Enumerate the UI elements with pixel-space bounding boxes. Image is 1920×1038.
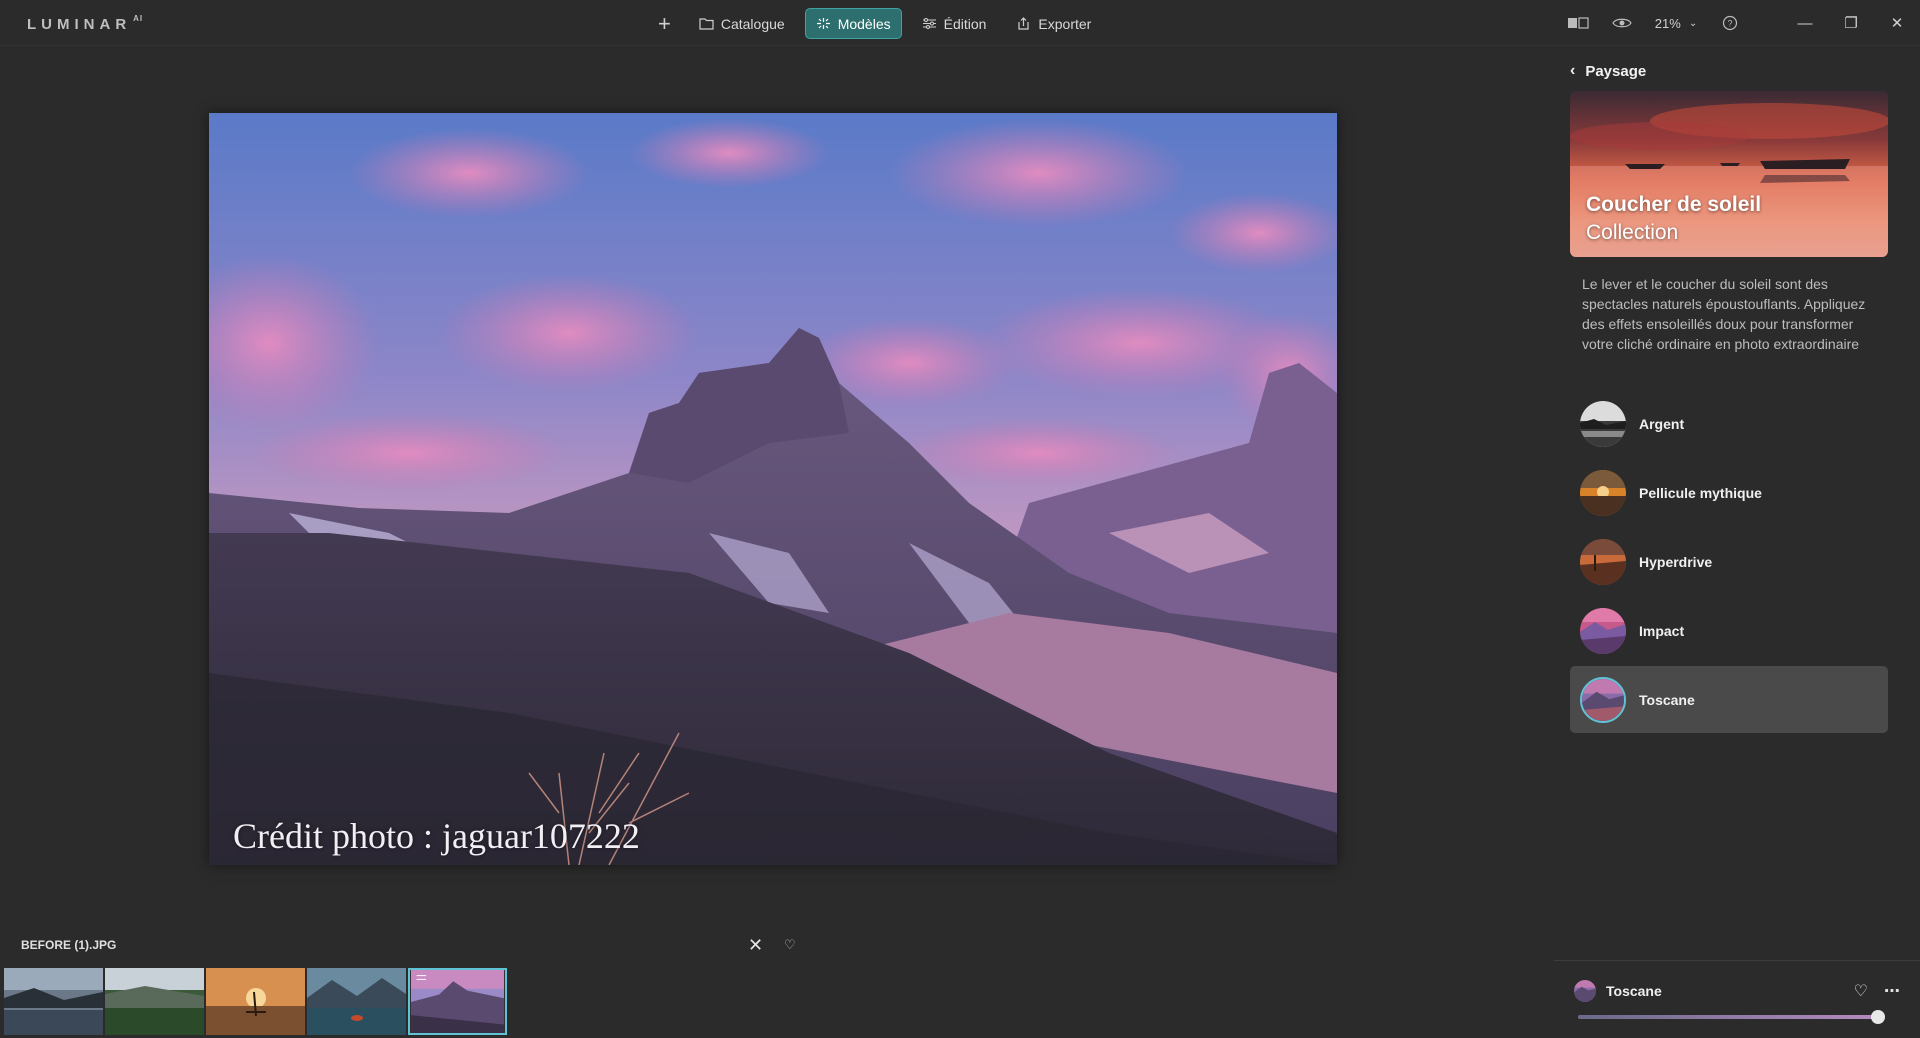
tab-modeles[interactable]: Modèles bbox=[804, 8, 902, 39]
tab-catalogue[interactable]: Catalogue bbox=[689, 8, 795, 39]
preset-item-impact[interactable]: Impact bbox=[1570, 597, 1888, 664]
tab-catalogue-label: Catalogue bbox=[720, 15, 785, 32]
filmstrip-header: BEFORE (1).JPG ✕ ♡ bbox=[0, 935, 820, 958]
collection-title: Coucher de soleil bbox=[1586, 193, 1762, 216]
zoom-value: 21% bbox=[1654, 15, 1681, 31]
preset-label: Hyperdrive bbox=[1639, 553, 1713, 570]
zoom-select[interactable]: 21% ⌄ bbox=[1644, 0, 1708, 46]
mountain-landscape-image bbox=[209, 113, 1337, 865]
compare-button[interactable] bbox=[1556, 0, 1600, 46]
collection-subtitle: Collection bbox=[1586, 221, 1679, 244]
more-options-icon[interactable]: ⋯ bbox=[1884, 981, 1900, 1001]
app-logo: LUMINAR AI bbox=[27, 14, 144, 33]
close-icon: ✕ bbox=[1890, 15, 1904, 32]
compare-icon bbox=[1568, 17, 1589, 29]
top-bar: LUMINAR AI + Catalogue Modèles Édition Ex… bbox=[0, 0, 1920, 46]
applied-preset-name: Toscane bbox=[1606, 983, 1662, 999]
filmstrip-thumbnail[interactable] bbox=[105, 968, 204, 1035]
minimize-icon: — bbox=[1797, 14, 1813, 32]
templates-panel: ‹ Paysage Coucher de soleil Collection L… bbox=[1554, 46, 1920, 1038]
preset-label: Argent bbox=[1639, 415, 1685, 432]
preset-list: Argent Pellicule mythique Hyperdrive Imp… bbox=[1570, 390, 1888, 735]
back-to-category-button[interactable]: ‹ Paysage bbox=[1570, 62, 1646, 80]
filmstrip bbox=[4, 968, 507, 1035]
preset-item-pellicule-mythique[interactable]: Pellicule mythique bbox=[1570, 459, 1888, 526]
tab-edition-label: Édition bbox=[943, 15, 987, 32]
window-tools: 21% ⌄ ? — ❐ ✕ bbox=[1556, 0, 1920, 46]
help-icon: ? bbox=[1722, 15, 1738, 31]
preset-thumbnail bbox=[1580, 400, 1626, 447]
filmstrip-thumbnail[interactable] bbox=[307, 968, 406, 1035]
restore-icon: ❐ bbox=[1844, 15, 1858, 32]
collection-description: Le lever et le coucher du soleil sont de… bbox=[1582, 276, 1866, 352]
preset-label: Toscane bbox=[1639, 691, 1695, 708]
preview-button[interactable] bbox=[1600, 0, 1644, 46]
collection-hero-banner: Coucher de soleil Collection bbox=[1570, 91, 1888, 257]
current-filename: BEFORE (1).JPG bbox=[21, 938, 117, 952]
preset-label: Impact bbox=[1639, 622, 1685, 639]
eye-icon bbox=[1612, 18, 1632, 28]
preset-amount-slider[interactable] bbox=[1578, 1010, 1885, 1024]
close-filmstrip-icon[interactable]: ✕ bbox=[748, 935, 763, 956]
tab-edition[interactable]: Édition bbox=[912, 8, 997, 39]
chevron-left-icon: ‹ bbox=[1570, 62, 1576, 79]
sparkle-icon bbox=[816, 18, 830, 29]
close-window-button[interactable]: ✕ bbox=[1874, 0, 1920, 46]
filmstrip-thumbnail-active[interactable] bbox=[408, 968, 507, 1035]
export-icon bbox=[1018, 17, 1030, 30]
preset-thumbnail bbox=[1580, 607, 1626, 654]
tab-exporter[interactable]: Exporter bbox=[1006, 8, 1101, 39]
preset-item-argent[interactable]: Argent bbox=[1570, 390, 1888, 457]
minimize-button[interactable]: — bbox=[1782, 0, 1828, 46]
tab-modeles-label: Modèles bbox=[837, 15, 891, 32]
photo-credit-watermark: Crédit photo : jaguar107222 bbox=[233, 816, 640, 856]
restore-button[interactable]: ❐ bbox=[1828, 0, 1874, 46]
preset-thumbnail bbox=[1580, 538, 1626, 585]
preset-thumbnail bbox=[1580, 676, 1626, 723]
slider-handle[interactable] bbox=[1871, 1010, 1885, 1024]
filmstrip-thumbnail[interactable] bbox=[206, 968, 305, 1035]
chevron-down-icon: ⌄ bbox=[1688, 17, 1698, 29]
app-window: LUMINAR AI + Catalogue Modèles Édition Ex… bbox=[0, 0, 1920, 1038]
add-photos-button[interactable]: + bbox=[650, 8, 679, 39]
preset-thumbnail bbox=[1580, 469, 1626, 516]
preset-label: Pellicule mythique bbox=[1639, 484, 1762, 501]
category-title: Paysage bbox=[1585, 62, 1647, 80]
applied-preset-thumbnail bbox=[1574, 980, 1596, 1002]
tab-exporter-label: Exporter bbox=[1038, 15, 1092, 32]
applied-preset-bar: Toscane ♡ ⋯ bbox=[1574, 980, 1900, 1002]
slider-fill bbox=[1578, 1015, 1878, 1019]
favorite-heart-icon[interactable]: ♡ bbox=[784, 937, 796, 953]
applied-preset-actions: ♡ ⋯ bbox=[1854, 981, 1900, 1001]
filmstrip-thumbnail[interactable] bbox=[4, 968, 103, 1035]
preset-item-hyperdrive[interactable]: Hyperdrive bbox=[1570, 528, 1888, 595]
panel-divider bbox=[1554, 960, 1920, 961]
folder-icon bbox=[699, 18, 714, 30]
main-photo[interactable]: Crédit photo : jaguar107222 bbox=[209, 113, 1337, 865]
sliders-icon bbox=[922, 18, 936, 29]
favorite-heart-icon[interactable]: ♡ bbox=[1854, 981, 1868, 1001]
help-button[interactable]: ? bbox=[1708, 0, 1752, 46]
svg-text:?: ? bbox=[1727, 19, 1732, 29]
preset-item-toscane[interactable]: Toscane bbox=[1570, 666, 1888, 733]
main-nav: + Catalogue Modèles Édition Exporter bbox=[650, 8, 1101, 39]
